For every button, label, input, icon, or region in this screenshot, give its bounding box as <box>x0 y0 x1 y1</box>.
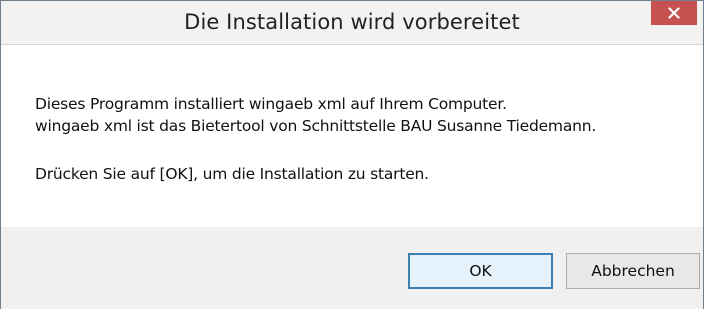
installer-dialog: Die Installation wird vorbereitet Dieses… <box>0 0 704 309</box>
message-line: Drücken Sie auf [OK], um die Installatio… <box>35 165 429 183</box>
ok-button[interactable]: OK <box>408 253 553 289</box>
title-bar: Die Installation wird vorbereitet <box>1 1 703 45</box>
close-icon <box>668 7 680 19</box>
cancel-button[interactable]: Abbrechen <box>566 253 700 289</box>
message-line: Dieses Programm installiert wingaeb xml … <box>35 95 507 113</box>
dialog-content: Dieses Programm installiert wingaeb xml … <box>1 45 703 233</box>
dialog-title: Die Installation wird vorbereitet <box>184 10 520 34</box>
message-line: wingaeb xml ist das Bietertool von Schni… <box>35 117 597 135</box>
button-bar: OK Abbrechen <box>1 227 703 309</box>
close-button[interactable] <box>651 1 697 25</box>
